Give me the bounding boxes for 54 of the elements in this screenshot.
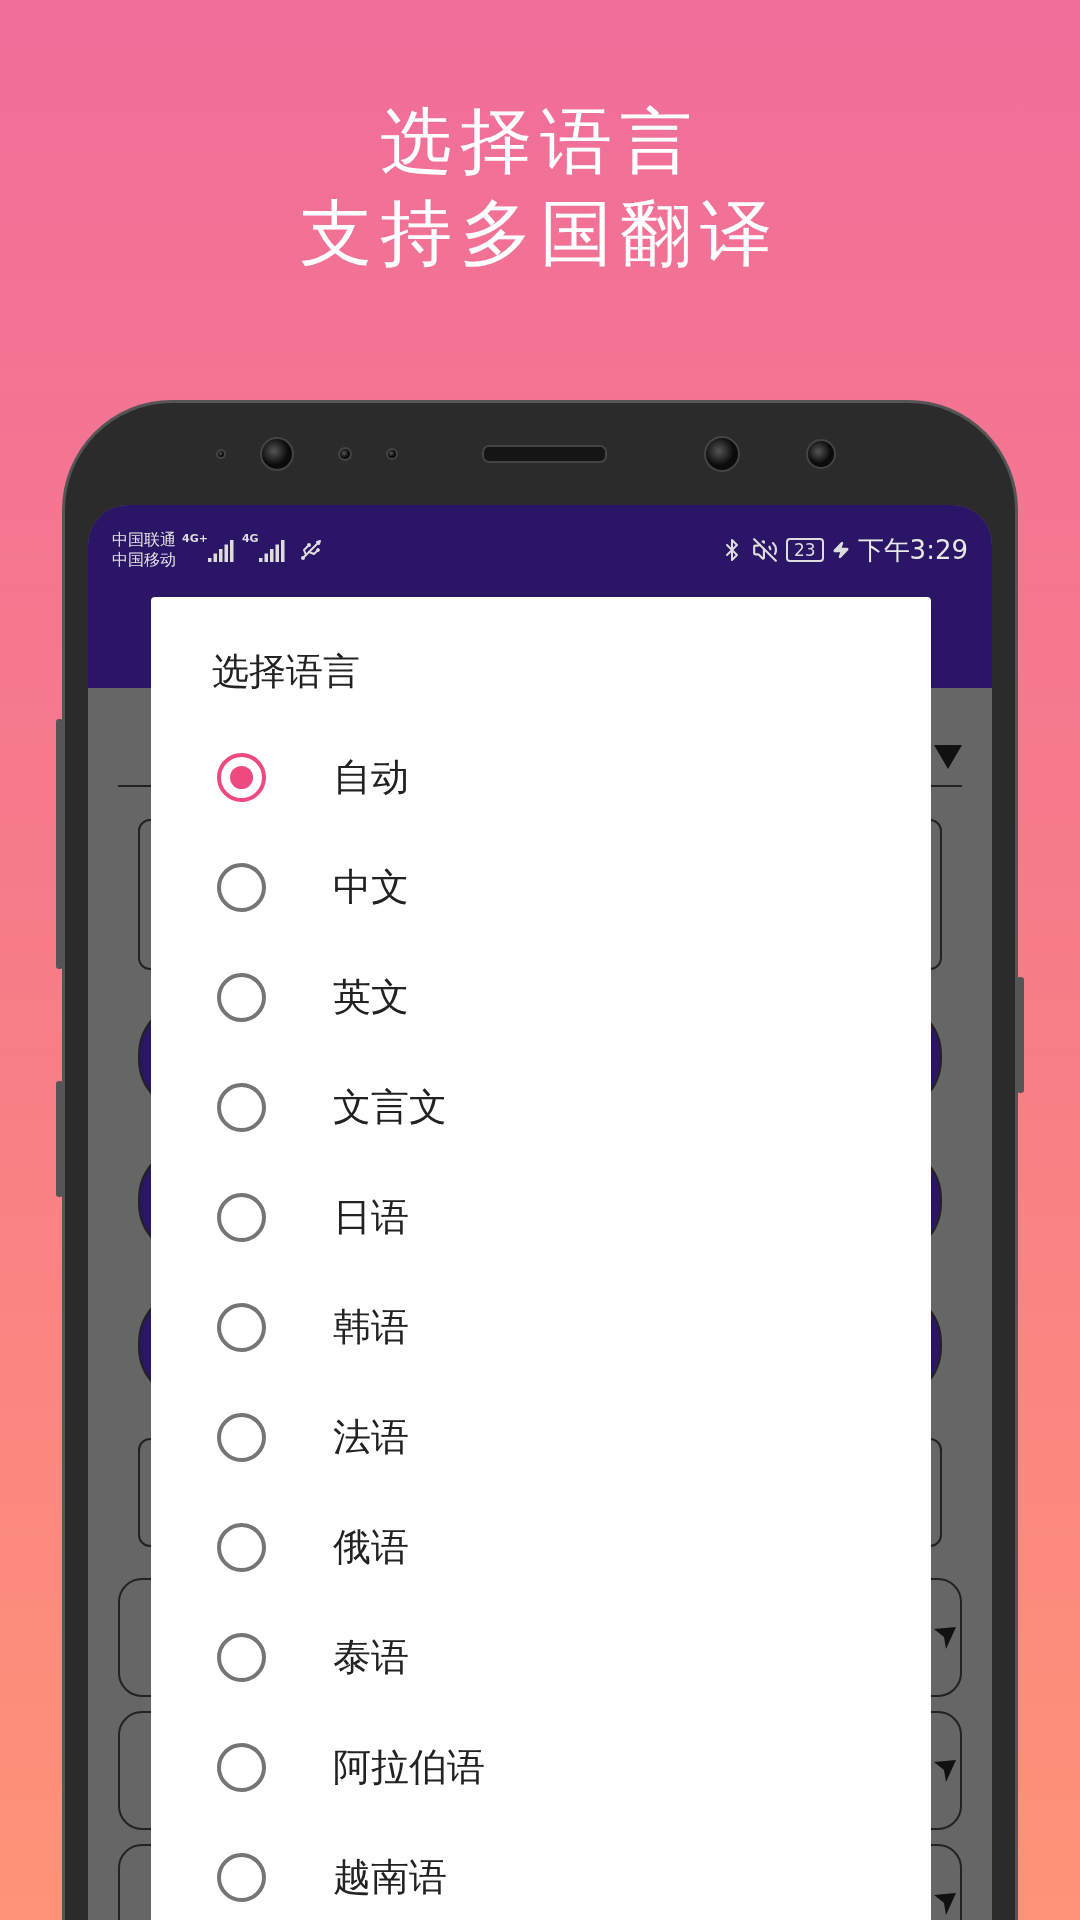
language-option[interactable]: 越南语 — [151, 1822, 931, 1920]
usb-icon — [298, 538, 323, 562]
language-label: 英文 — [333, 973, 409, 1021]
language-option[interactable]: 日语 — [151, 1162, 931, 1272]
signal-icon — [207, 538, 236, 562]
network-label: 4G — [241, 532, 259, 545]
language-label: 日语 — [333, 1193, 409, 1241]
charging-icon — [831, 541, 850, 559]
language-option[interactable]: 法语 — [151, 1382, 931, 1492]
carrier-name: 中国移动 — [112, 550, 176, 570]
sensor-icon — [216, 449, 226, 459]
sensor-icon — [386, 448, 398, 460]
language-option[interactable]: 中文 — [151, 832, 931, 942]
radio-button[interactable] — [217, 1302, 266, 1352]
language-option[interactable]: 文言文 — [151, 1052, 931, 1162]
language-label: 越南语 — [333, 1853, 447, 1901]
camera-icon — [260, 437, 294, 471]
headline: 支持多国翻译 — [300, 190, 780, 277]
battery-level: 23 — [785, 538, 824, 562]
language-label: 文言文 — [333, 1083, 447, 1131]
dropdown-triangle-icon — [934, 744, 962, 769]
radio-button[interactable] — [217, 972, 266, 1022]
dialog-title: 选择语言 — [211, 649, 361, 695]
language-label: 中文 — [333, 863, 409, 911]
radio-button[interactable] — [217, 1742, 266, 1792]
clock: 下午3:29 — [857, 533, 968, 567]
radio-button[interactable] — [217, 1412, 266, 1462]
radio-button[interactable] — [217, 752, 266, 802]
radio-button[interactable] — [217, 1082, 266, 1132]
radio-button[interactable] — [217, 1852, 266, 1902]
radio-button[interactable] — [217, 1192, 266, 1242]
radio-button[interactable] — [217, 1522, 266, 1572]
radio-button[interactable] — [217, 862, 266, 912]
language-option[interactable]: 自动 — [151, 722, 931, 832]
sensor-icon — [338, 447, 352, 461]
camera-icon — [806, 439, 836, 469]
signal-icon — [258, 538, 287, 562]
language-option[interactable]: 阿拉伯语 — [151, 1712, 931, 1822]
language-option[interactable]: 英文 — [151, 942, 931, 1052]
language-label: 阿拉伯语 — [333, 1743, 485, 1791]
language-label: 泰语 — [333, 1633, 409, 1681]
carrier-name: 中国联通 — [112, 530, 176, 550]
language-label: 法语 — [333, 1413, 409, 1461]
language-option[interactable]: 俄语 — [151, 1492, 931, 1602]
mute-icon — [751, 537, 778, 563]
language-label: 自动 — [333, 753, 409, 801]
headline: 选择语言 — [380, 98, 700, 185]
language-option[interactable]: 韩语 — [151, 1272, 931, 1382]
language-label: 俄语 — [333, 1523, 409, 1571]
language-option[interactable]: 泰语 — [151, 1602, 931, 1712]
camera-icon — [704, 436, 740, 472]
language-label: 韩语 — [333, 1303, 409, 1351]
radio-button[interactable] — [217, 1632, 266, 1682]
network-label: 4G+ — [182, 532, 208, 545]
